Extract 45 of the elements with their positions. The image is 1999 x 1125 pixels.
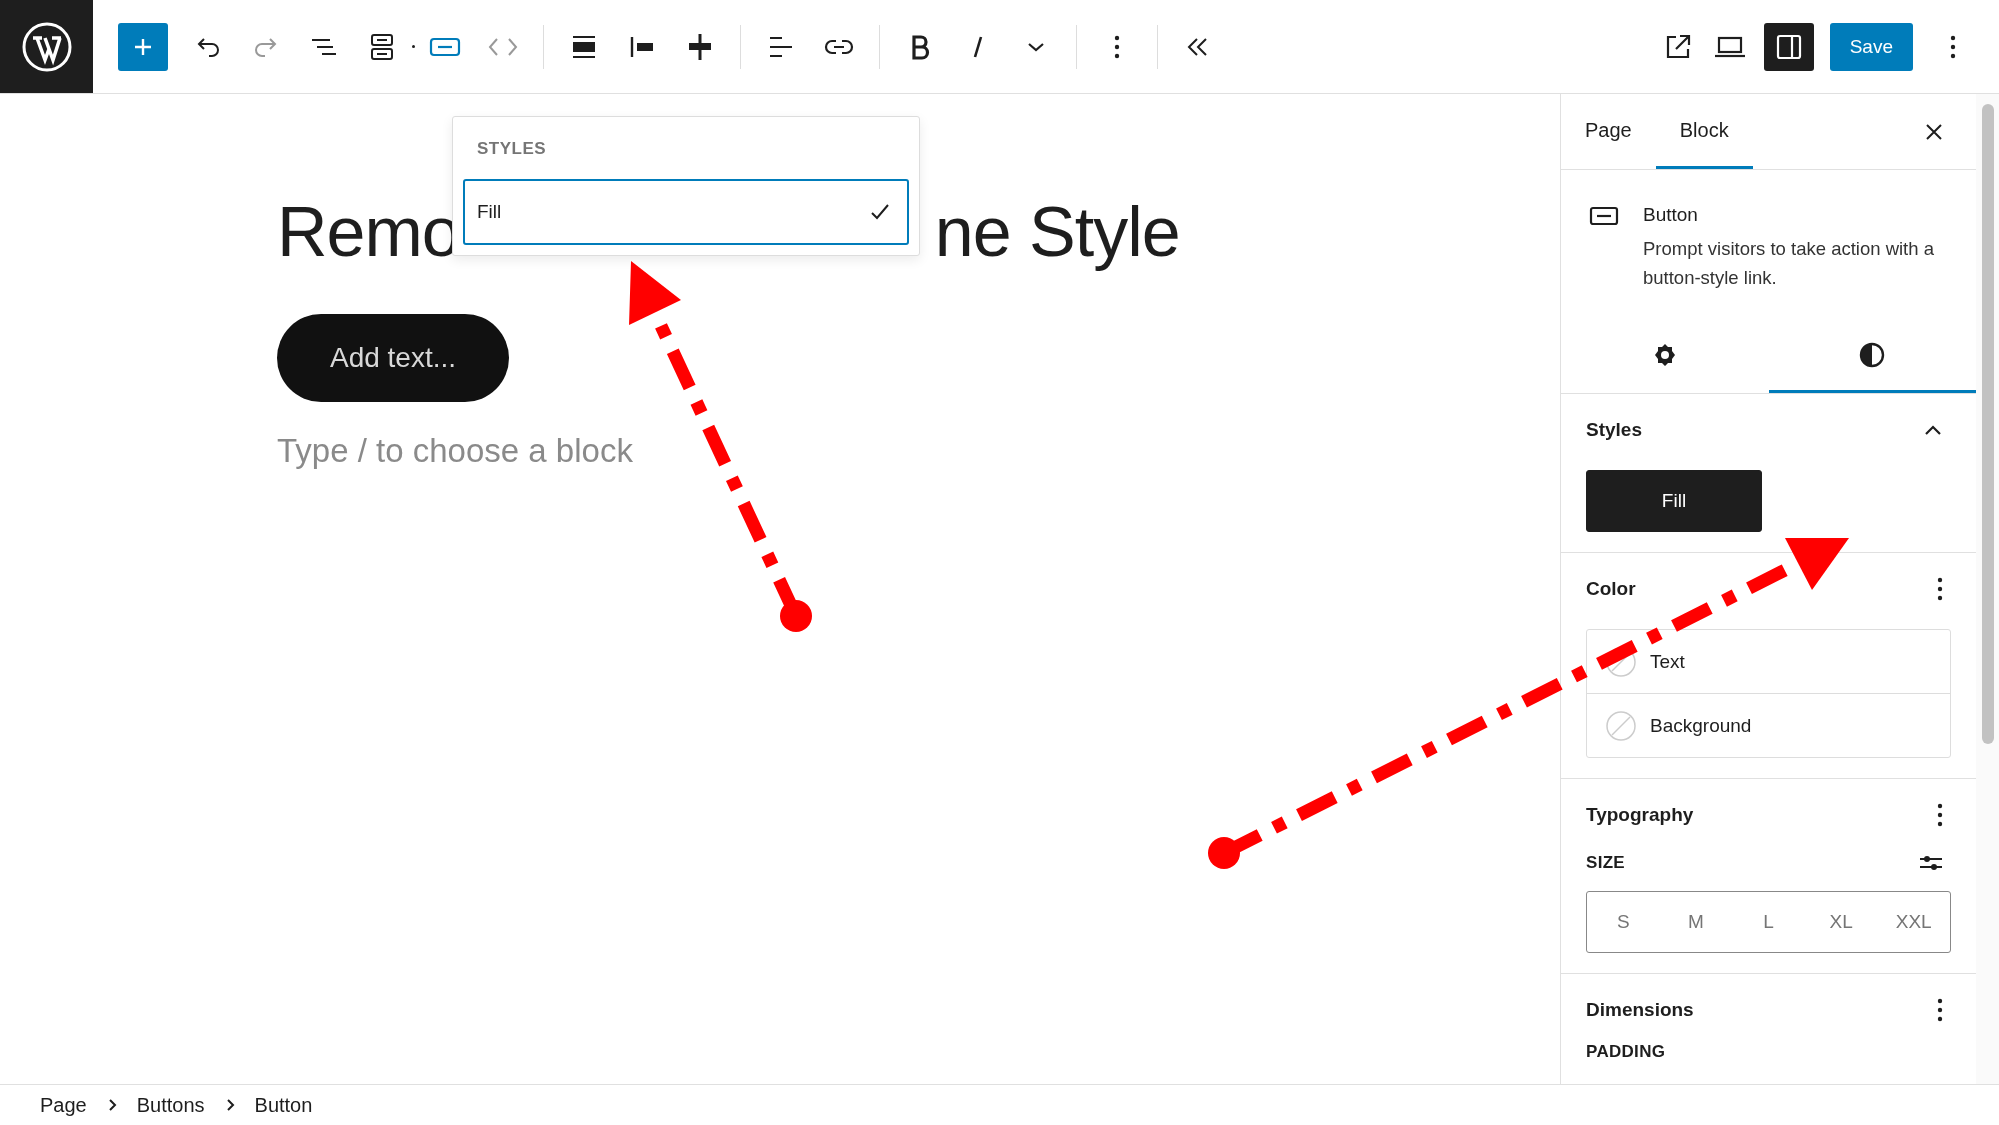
button-block-icon: [1589, 206, 1619, 226]
no-color-swatch-icon: [1605, 709, 1637, 742]
sliders-icon[interactable]: [1919, 853, 1943, 873]
breadcrumb-item[interactable]: Page: [40, 1093, 87, 1117]
wordpress-icon: [20, 20, 73, 73]
check-icon: [869, 202, 891, 222]
font-size-option[interactable]: M: [1659, 892, 1733, 952]
sidebar-tab[interactable]: Block: [1655, 94, 1753, 169]
section-title: Dimensions: [1586, 999, 1694, 1021]
more-options-icon[interactable]: [1937, 803, 1943, 827]
section-title: Styles: [1586, 419, 1642, 441]
padding-label: PADDING: [1586, 1042, 1667, 1062]
separator-dot-icon: [412, 45, 415, 48]
block-name: Button: [1643, 204, 1699, 226]
section-title: Typography: [1586, 804, 1694, 826]
page-title: Remo: [277, 192, 460, 272]
wordpress-logo[interactable]: [0, 0, 93, 93]
font-size-option[interactable]: XL: [1804, 892, 1878, 952]
chevron-icon[interactable]: [1923, 423, 1943, 437]
scrollbar-thumb[interactable]: [1981, 104, 1994, 744]
breadcrumb-item[interactable]: Buttons: [136, 1093, 205, 1117]
more-options-icon[interactable]: [1937, 998, 1943, 1022]
size-label: SIZE: [1586, 853, 1625, 873]
button-block[interactable]: Add text...: [277, 314, 509, 402]
style-option[interactable]: Fill: [463, 179, 909, 245]
font-size-option[interactable]: XXL: [1877, 892, 1950, 952]
block-description: Prompt visitors to take action with a button-style link.: [1643, 237, 1935, 290]
font-size-option[interactable]: S: [1587, 892, 1660, 952]
sidebar-panel-icon: [1774, 32, 1803, 61]
style-option-button[interactable]: Fill: [1586, 470, 1762, 532]
section-title: Color: [1586, 578, 1636, 600]
font-size-option[interactable]: L: [1732, 892, 1805, 952]
breadcrumb-item[interactable]: Button: [254, 1093, 313, 1117]
settings-sidebar-toggle[interactable]: [1763, 22, 1814, 71]
contrast-icon: [1859, 342, 1886, 368]
popover-heading: STYLES: [476, 138, 548, 158]
chevron-right-icon: [224, 1098, 235, 1112]
color-item[interactable]: Text: [1587, 630, 1950, 693]
more-options-icon[interactable]: [1937, 577, 1943, 601]
sidebar-tab[interactable]: Page: [1561, 94, 1656, 169]
chevron-right-icon: [106, 1098, 117, 1112]
add-block-button[interactable]: [118, 22, 168, 71]
page-title: ne Style: [934, 192, 1180, 272]
save-button[interactable]: Save: [1829, 22, 1913, 71]
color-item[interactable]: Background: [1587, 693, 1950, 757]
